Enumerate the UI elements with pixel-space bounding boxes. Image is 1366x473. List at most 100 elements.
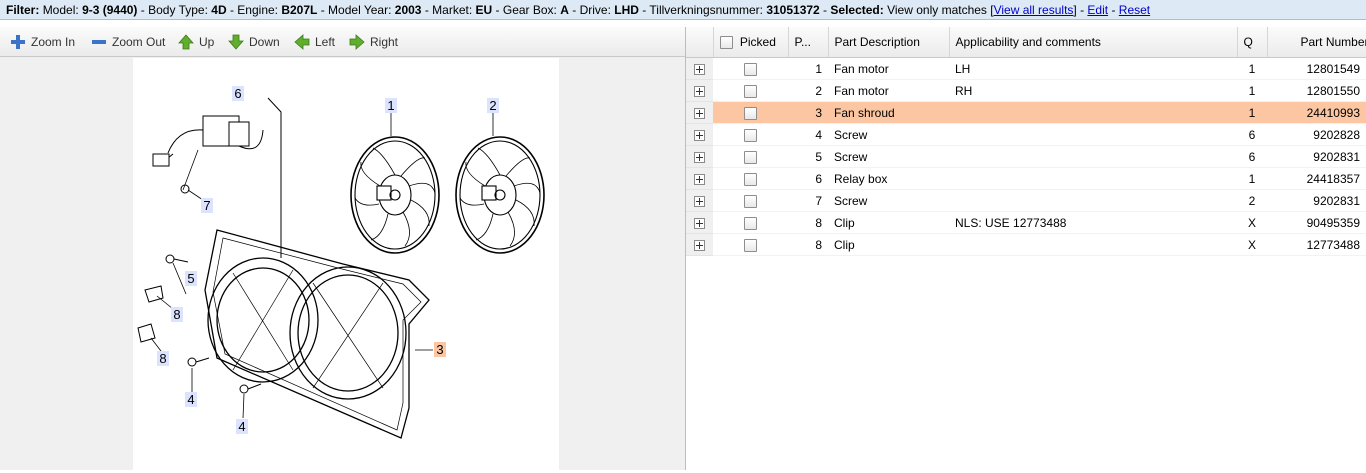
callout-6[interactable]: 6 (234, 86, 241, 101)
row-part-number: 12773488 (1267, 233, 1366, 256)
fan-assembly-drawing: 1 2 3 4 4 5 6 7 8 8 (137, 86, 545, 439)
zoom-in-button[interactable]: Zoom In (10, 33, 75, 51)
row-part-number: 9202831 (1267, 189, 1366, 212)
table-row[interactable]: 2 Fan motor RH 1 12801550 (686, 79, 1366, 102)
row-description: Fan motor (828, 57, 949, 80)
left-button[interactable]: Left (294, 33, 335, 51)
row-picked-cell[interactable] (713, 211, 788, 234)
row-expand-cell[interactable] (686, 211, 713, 234)
row-picked-cell[interactable] (713, 189, 788, 212)
row-picked-cell[interactable] (713, 167, 788, 190)
reset-link[interactable]: Reset (1119, 3, 1150, 17)
callout-4a[interactable]: 4 (187, 392, 194, 407)
row-picked-checkbox[interactable] (744, 62, 757, 76)
callout-4b[interactable]: 4 (238, 419, 245, 434)
row-picked-cell[interactable] (713, 57, 788, 80)
row-expand-cell[interactable] (686, 145, 713, 168)
right-button[interactable]: Right (349, 33, 398, 51)
expand-plus-icon[interactable] (694, 129, 705, 141)
row-part-number: 90495359 (1267, 211, 1366, 234)
expand-plus-icon[interactable] (694, 107, 705, 119)
row-picked-cell[interactable] (713, 79, 788, 102)
row-expand-cell[interactable] (686, 57, 713, 80)
header-applicability[interactable]: Applicability and comments (949, 27, 1238, 58)
table-row[interactable]: 3 Fan shroud 1 24410993 (686, 101, 1366, 124)
header-picked[interactable]: Picked (713, 27, 789, 58)
row-description: Relay box (828, 167, 949, 190)
expand-plus-icon[interactable] (694, 195, 705, 207)
fan-shroud-drawing (204, 229, 430, 439)
view-all-results-link[interactable]: View all results (994, 3, 1074, 17)
row-picked-checkbox[interactable] (744, 194, 757, 208)
row-picked-checkbox[interactable] (744, 84, 757, 98)
row-picked-checkbox[interactable] (744, 106, 757, 120)
row-picked-checkbox[interactable] (744, 172, 757, 186)
table-row[interactable]: 5 Screw 6 9202831 (686, 145, 1366, 168)
header-description[interactable]: Part Description (828, 27, 950, 58)
filter-engine-key: Engine: (237, 3, 278, 17)
callout-2[interactable]: 2 (489, 98, 496, 113)
row-picked-checkbox[interactable] (744, 238, 757, 252)
row-expand-cell[interactable] (686, 167, 713, 190)
zoom-out-button[interactable]: Zoom Out (91, 33, 165, 51)
row-picked-checkbox[interactable] (744, 216, 757, 230)
arrow-right-icon (349, 34, 365, 50)
row-position: 6 (788, 167, 828, 190)
row-picked-cell[interactable] (713, 123, 788, 146)
row-picked-checkbox[interactable] (744, 150, 757, 164)
filter-selected-label: Selected: (830, 3, 884, 17)
up-button[interactable]: Up (178, 33, 214, 51)
row-quantity: 6 (1237, 123, 1267, 146)
row-expand-cell[interactable] (686, 79, 713, 102)
row-picked-cell[interactable] (713, 145, 788, 168)
callout-7[interactable]: 7 (203, 198, 210, 213)
filter-body-value: 4D (211, 3, 227, 17)
expand-plus-icon[interactable] (694, 217, 705, 229)
edit-link[interactable]: Edit (1087, 3, 1108, 17)
filter-year-key: Model Year: (328, 3, 392, 17)
table-row[interactable]: 7 Screw 2 9202831 (686, 189, 1366, 212)
parts-table: Picked P... Part Description Applicabili… (686, 27, 1366, 256)
zoom-out-label: Zoom Out (112, 35, 166, 49)
minus-icon (92, 40, 106, 44)
table-row[interactable]: 4 Screw 6 9202828 (686, 123, 1366, 146)
callout-3[interactable]: 3 (436, 342, 443, 357)
table-row[interactable]: 1 Fan motor LH 1 12801549 (686, 57, 1366, 80)
header-part-number[interactable]: Part Number (1267, 27, 1366, 58)
row-quantity: 1 (1237, 167, 1267, 190)
expand-plus-icon[interactable] (694, 151, 705, 163)
callout-8b[interactable]: 8 (159, 351, 166, 366)
arrow-down-icon (228, 34, 244, 50)
header-quantity[interactable]: Q (1237, 27, 1268, 58)
row-picked-cell[interactable] (713, 101, 788, 124)
row-expand-cell[interactable] (686, 123, 713, 146)
row-part-number: 24410993 (1267, 101, 1366, 124)
row-description: Clip (828, 211, 949, 234)
table-row[interactable]: 8 Clip NLS: USE 12773488 X 90495359 (686, 211, 1366, 234)
expand-plus-icon[interactable] (694, 63, 705, 75)
row-expand-cell[interactable] (686, 233, 713, 256)
expand-plus-icon[interactable] (694, 173, 705, 185)
select-all-checkbox[interactable] (719, 36, 733, 50)
expand-plus-icon[interactable] (694, 85, 705, 97)
expand-plus-icon[interactable] (694, 239, 705, 251)
filter-market-value: EU (475, 3, 493, 17)
row-expand-cell[interactable] (686, 189, 713, 212)
callout-8a[interactable]: 8 (173, 307, 180, 322)
row-quantity: 6 (1237, 145, 1267, 168)
callout-1[interactable]: 1 (387, 98, 394, 113)
parts-diagram[interactable]: 1 2 3 4 4 5 6 7 8 8 (133, 58, 559, 470)
callout-5[interactable]: 5 (187, 271, 194, 286)
arrow-left-icon (294, 34, 310, 50)
row-picked-checkbox[interactable] (744, 128, 757, 142)
down-button[interactable]: Down (228, 33, 280, 51)
row-part-number: 24418357 (1267, 167, 1366, 190)
table-row[interactable]: 6 Relay box 1 24418357 (686, 167, 1366, 190)
parts-grid: Picked P... Part Description Applicabili… (686, 27, 1366, 470)
filter-selected-value: View only matches [ (887, 3, 994, 17)
row-picked-cell[interactable] (713, 233, 788, 256)
header-position[interactable]: P... (788, 27, 829, 58)
table-row[interactable]: 8 Clip X 12773488 (686, 233, 1366, 256)
row-expand-cell[interactable] (686, 101, 713, 124)
filter-model-key: Model: (42, 3, 79, 17)
